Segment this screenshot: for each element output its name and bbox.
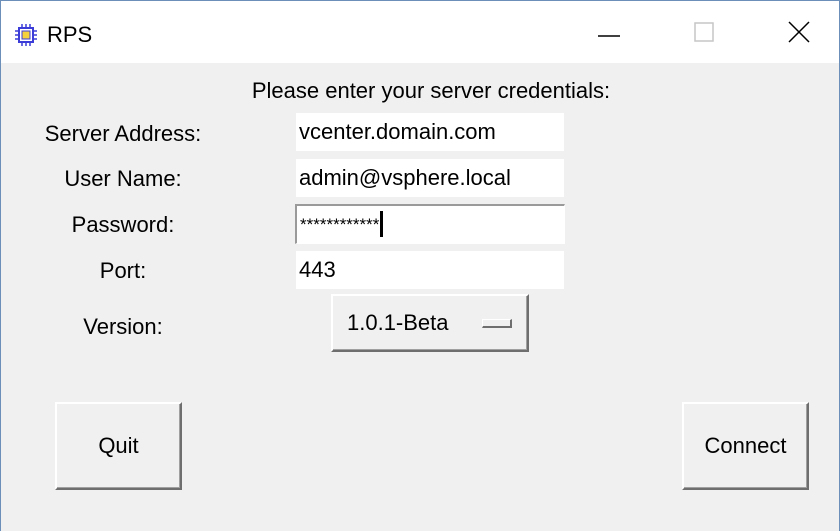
- server-address-label: Server Address:: [44, 121, 202, 146]
- port-field[interactable]: 443: [295, 250, 565, 290]
- close-icon: [788, 21, 810, 43]
- text-cursor: [380, 210, 384, 237]
- form-prompt: Please enter your server credentials:: [251, 78, 611, 103]
- app-window: RPS Please enter your server credentials…: [0, 0, 840, 531]
- password-field[interactable]: ************: [295, 204, 565, 244]
- minimize-button[interactable]: [561, 1, 657, 63]
- version-label: Version:: [83, 314, 163, 339]
- dropdown-indicator-icon: [482, 319, 512, 328]
- version-dropdown[interactable]: 1.0.1-Beta: [331, 294, 529, 352]
- user-name-label: User Name:: [64, 166, 182, 191]
- window-title: RPS: [47, 22, 93, 47]
- port-label: Port:: [99, 258, 147, 283]
- minimize-icon: [598, 35, 620, 37]
- maximize-button[interactable]: [656, 1, 752, 63]
- server-address-field[interactable]: vcenter.domain.com: [295, 112, 565, 152]
- password-mask: ************: [300, 215, 380, 234]
- title-bar[interactable]: RPS: [1, 1, 839, 63]
- connect-button[interactable]: Connect: [682, 402, 809, 490]
- close-button[interactable]: [751, 1, 840, 63]
- maximize-icon: [694, 22, 714, 42]
- chip-icon: [14, 23, 38, 47]
- version-selected-value: 1.0.1-Beta: [347, 310, 449, 335]
- password-label: Password:: [71, 212, 175, 237]
- user-name-field[interactable]: admin@vsphere.local: [295, 158, 565, 198]
- credentials-form: Please enter your server credentials: Se…: [1, 63, 839, 531]
- quit-button[interactable]: Quit: [55, 402, 182, 490]
